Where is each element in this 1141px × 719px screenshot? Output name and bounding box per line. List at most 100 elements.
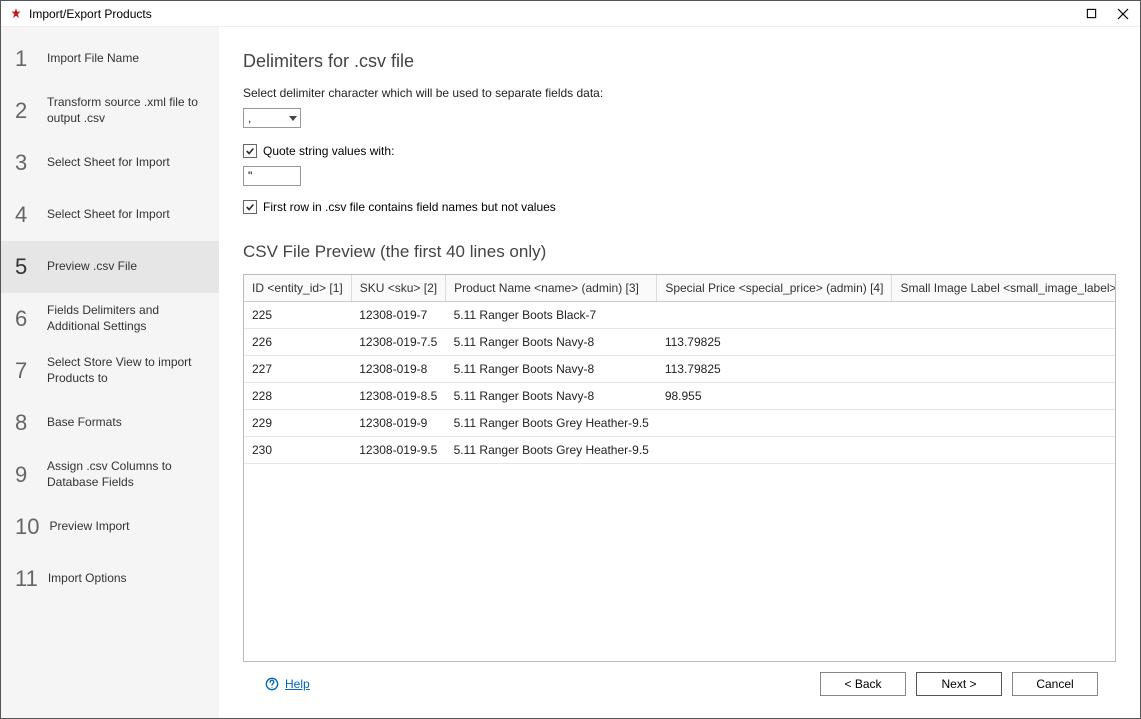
help-icon [265, 677, 279, 691]
table-cell [657, 410, 892, 437]
table-cell: 5.11 Ranger Boots Grey Heather-9.5 [446, 437, 657, 464]
window-controls [1084, 7, 1130, 21]
wizard-step-label: Transform source .xml file to output .cs… [47, 95, 209, 126]
wizard-step[interactable]: 1 Import File Name [1, 33, 219, 85]
section-heading-delimiters: Delimiters for .csv file [243, 51, 1116, 72]
table-cell: 113.79825 [657, 329, 892, 356]
table-cell: 12308-019-9 [351, 410, 445, 437]
table-cell: 12308-019-8.5 [351, 383, 445, 410]
wizard-step-number: 1 [15, 46, 37, 72]
csv-preview-table: ID <entity_id> [1]SKU <sku> [2]Product N… [244, 275, 1116, 464]
close-button[interactable] [1116, 7, 1130, 21]
table-cell: 12308-019-9.5 [351, 437, 445, 464]
wizard-step-number: 2 [15, 98, 37, 124]
table-cell: 98.955 [657, 383, 892, 410]
section-heading-preview: CSV File Preview (the first 40 lines onl… [243, 242, 1116, 262]
wizard-step[interactable]: 5 Preview .csv File [1, 241, 219, 293]
table-cell: 228 [244, 383, 351, 410]
table-cell: 5.11 Ranger Boots Black-7 [446, 302, 657, 329]
quote-checkbox-row: Quote string values with: [243, 144, 1116, 158]
wizard-main: Delimiters for .csv file Select delimite… [219, 27, 1140, 718]
first-row-checkbox-label: First row in .csv file contains field na… [263, 200, 556, 214]
first-row-checkbox[interactable] [243, 200, 257, 214]
column-header[interactable]: Special Price <special_price> (admin) [4… [657, 275, 892, 302]
wizard-step[interactable]: 9 Assign .csv Columns to Database Fields [1, 449, 219, 501]
wizard-step-number: 10 [15, 514, 39, 540]
table-row[interactable]: 22712308-019-85.11 Ranger Boots Navy-811… [244, 356, 1116, 383]
table-cell: 5.11 Ranger Boots Navy-8 [446, 356, 657, 383]
back-button[interactable]: < Back [820, 672, 906, 696]
wizard-footer: Help < Back Next > Cancel [243, 662, 1116, 706]
csv-preview-grid[interactable]: ID <entity_id> [1]SKU <sku> [2]Product N… [243, 274, 1116, 662]
table-cell: 227 [244, 356, 351, 383]
wizard-body: 1 Import File Name 2 Transform source .xml … [1, 27, 1140, 718]
wizard-step[interactable]: 4Select Sheet for Import [1, 189, 219, 241]
table-cell: 229 [244, 410, 351, 437]
table-cell: 226 [244, 329, 351, 356]
table-cell [892, 437, 1116, 464]
table-cell: 12308-019-7.5 [351, 329, 445, 356]
wizard-step[interactable]: 7Select Store View to import Products to [1, 345, 219, 397]
delimiter-description: Select delimiter character which will be… [243, 86, 1116, 100]
table-cell: 225 [244, 302, 351, 329]
table-cell: 230 [244, 437, 351, 464]
table-cell: 113.79825 [657, 356, 892, 383]
quote-checkbox[interactable] [243, 144, 257, 158]
wizard-window: Import/Export Products 1 Import File Name… [0, 0, 1141, 719]
wizard-step-label: Import Options [48, 571, 131, 587]
wizard-step-number: 7 [15, 358, 37, 384]
column-header[interactable]: Small Image Label <small_image_label> (a… [892, 275, 1116, 302]
wizard-step[interactable]: 2 Transform source .xml file to output .c… [1, 85, 219, 137]
wizard-step[interactable]: 10 Preview Import [1, 501, 219, 553]
wizard-step-label: Preview Import [49, 519, 133, 535]
table-cell: 5.11 Ranger Boots Navy-8 [446, 383, 657, 410]
column-header[interactable]: Product Name <name> (admin) [3] [446, 275, 657, 302]
column-header[interactable]: SKU <sku> [2] [351, 275, 445, 302]
table-cell: 12308-019-8 [351, 356, 445, 383]
cancel-button[interactable]: Cancel [1012, 672, 1098, 696]
table-cell [892, 302, 1116, 329]
wizard-step-label: Fields Delimiters and Additional Setting… [47, 303, 209, 334]
wizard-step-number: 9 [15, 462, 37, 488]
table-row[interactable]: 22612308-019-7.55.11 Ranger Boots Navy-8… [244, 329, 1116, 356]
table-cell: 12308-019-7 [351, 302, 445, 329]
maximize-button[interactable] [1084, 7, 1098, 21]
table-cell: 5.11 Ranger Boots Navy-8 [446, 329, 657, 356]
table-cell: 5.11 Ranger Boots Grey Heather-9.5 [446, 410, 657, 437]
table-row[interactable]: 22812308-019-8.55.11 Ranger Boots Navy-8… [244, 383, 1116, 410]
column-header[interactable]: ID <entity_id> [1] [244, 275, 351, 302]
titlebar: Import/Export Products [1, 1, 1140, 27]
wizard-steps-sidebar: 1 Import File Name 2 Transform source .xml … [1, 27, 219, 718]
table-cell [892, 356, 1116, 383]
quote-checkbox-label: Quote string values with: [263, 144, 394, 158]
app-icon [9, 7, 23, 21]
delimiter-select[interactable]: , [243, 108, 301, 128]
window-title: Import/Export Products [29, 7, 1084, 21]
wizard-step-label: Select Sheet for Import [47, 155, 174, 171]
wizard-step-label: Preview .csv File [47, 259, 141, 275]
wizard-step-label: Assign .csv Columns to Database Fields [47, 459, 209, 490]
wizard-step-label: Import File Name [47, 51, 143, 67]
help-link[interactable]: Help [265, 677, 310, 691]
wizard-step[interactable]: 11 Import Options [1, 553, 219, 605]
table-row[interactable]: 22512308-019-75.11 Ranger Boots Black-7 [244, 302, 1116, 329]
table-cell [892, 383, 1116, 410]
delimiter-select-value: , [248, 111, 286, 125]
next-button[interactable]: Next > [916, 672, 1002, 696]
wizard-step-number: 3 [15, 150, 37, 176]
wizard-step[interactable]: 3 Select Sheet for Import [1, 137, 219, 189]
wizard-step-number: 11 [15, 566, 38, 592]
table-cell [892, 410, 1116, 437]
help-label: Help [285, 677, 310, 691]
table-row[interactable]: 22912308-019-95.11 Ranger Boots Grey Hea… [244, 410, 1116, 437]
chevron-down-icon [286, 116, 300, 121]
table-row[interactable]: 23012308-019-9.55.11 Ranger Boots Grey H… [244, 437, 1116, 464]
table-cell [657, 302, 892, 329]
wizard-step[interactable]: 8Base Formats [1, 397, 219, 449]
wizard-step-number: 8 [15, 410, 37, 436]
wizard-step-number: 5 [15, 254, 37, 280]
table-cell [892, 329, 1116, 356]
wizard-step-number: 4 [15, 202, 37, 228]
quote-character-input[interactable] [243, 166, 301, 186]
wizard-step[interactable]: 6Fields Delimiters and Additional Settin… [1, 293, 219, 345]
